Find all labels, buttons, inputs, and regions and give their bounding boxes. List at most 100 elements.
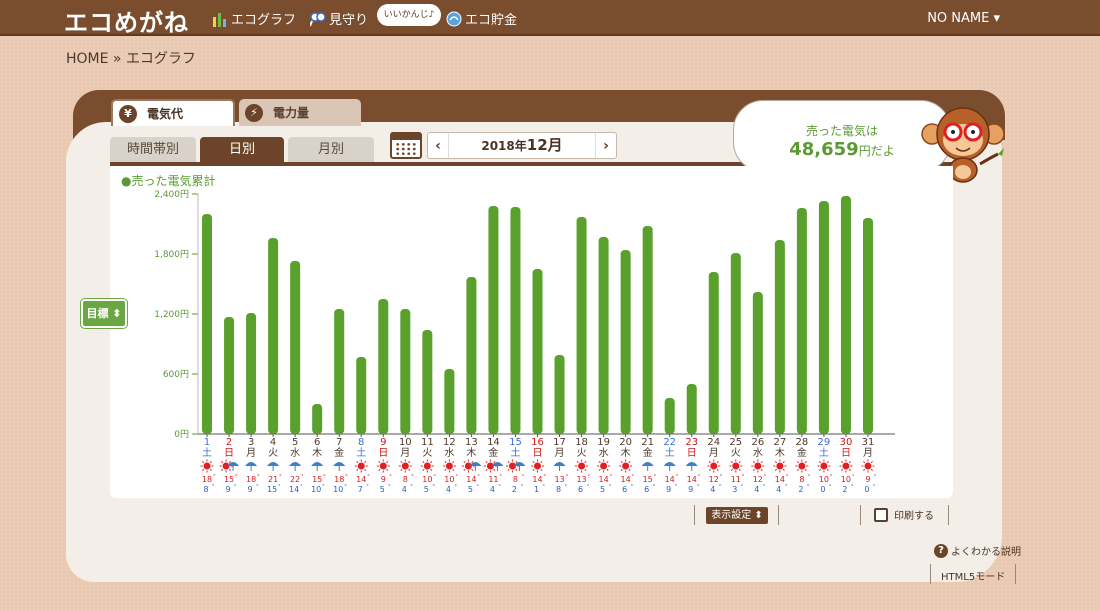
temp-low: 0: [820, 485, 825, 494]
sun-ray: [760, 468, 763, 471]
bar: [466, 277, 477, 434]
degree-mark: °: [720, 474, 723, 480]
print-button[interactable]: 印刷する: [874, 507, 934, 522]
sun-ray: [841, 468, 844, 471]
help-link[interactable]: ? よくわかる説明: [934, 543, 1021, 558]
sun-ray: [378, 468, 381, 471]
temp-high: 21: [268, 475, 278, 484]
bar: [202, 214, 213, 434]
bar: [444, 369, 455, 434]
temp-high: 18: [246, 475, 256, 484]
degree-mark: °: [742, 474, 745, 480]
bar: [334, 309, 345, 434]
bar: [400, 309, 411, 434]
umbrella-icon: [553, 462, 566, 466]
sun-ray: [708, 461, 711, 464]
temp-high: 10: [444, 475, 454, 484]
x-tick-day: 17: [553, 437, 566, 448]
degree-mark: °: [257, 474, 260, 480]
sun-ray: [848, 461, 851, 464]
temp-high: 22: [290, 475, 300, 484]
sun-ray: [804, 468, 807, 471]
bar: [268, 238, 279, 434]
degree-mark: °: [632, 474, 635, 480]
sun-ray: [400, 461, 403, 464]
sun-icon: [864, 462, 872, 470]
help-label: よくわかる説明: [951, 547, 1021, 558]
sun-icon: [798, 462, 806, 470]
temp-high: 18: [202, 475, 212, 484]
x-tick-weekday: 土: [819, 446, 829, 459]
sun-ray: [774, 468, 778, 471]
y-tick-label: 2,400円: [154, 189, 189, 200]
sun-ray: [408, 468, 411, 471]
x-tick-weekday: 水: [753, 447, 763, 459]
divider: [1015, 564, 1016, 584]
x-tick-day: 15: [509, 437, 522, 448]
sun-icon: [754, 462, 762, 470]
temp-low: 15: [267, 485, 277, 494]
degree-mark: °: [521, 474, 524, 480]
temp-low: 7: [358, 485, 363, 494]
temp-high: 14: [599, 475, 609, 484]
x-tick-weekday: 火: [731, 447, 741, 459]
temp-high: 10: [422, 475, 432, 484]
temp-low: 10: [333, 485, 343, 494]
sun-icon: [578, 462, 586, 470]
x-tick-weekday: 月: [400, 447, 410, 459]
bar: [576, 217, 587, 434]
sun-ray: [493, 461, 496, 464]
sun-ray: [584, 461, 587, 464]
degree-mark: °: [345, 474, 348, 480]
sun-icon: [842, 462, 850, 470]
sun-ray: [221, 468, 224, 471]
display-settings-button[interactable]: 表示設定 ⬍: [706, 507, 768, 524]
temp-low: 2: [842, 485, 847, 494]
x-tick-day: 12: [443, 437, 456, 448]
degree-mark: °: [808, 474, 811, 480]
temp-high: 13: [554, 475, 564, 484]
temp-low: 0: [864, 485, 869, 494]
umbrella-icon: [663, 462, 676, 466]
x-tick-day: 31: [862, 437, 875, 448]
x-tick-day: 27: [773, 437, 786, 448]
sun-ray: [782, 468, 785, 471]
sun-ray: [863, 461, 866, 464]
x-tick-weekday: 火: [422, 447, 432, 459]
x-tick-day: 5: [292, 437, 298, 448]
sun-ray: [430, 468, 433, 471]
temp-low: 5: [468, 485, 473, 494]
sun-ray: [576, 461, 579, 464]
sun-ray: [540, 468, 543, 471]
degree-mark: °: [852, 474, 855, 480]
sun-ray: [228, 461, 231, 464]
degree-mark: °: [851, 484, 854, 490]
x-tick-day: 8: [358, 437, 364, 448]
sun-ray: [863, 468, 866, 471]
bar: [752, 292, 763, 434]
sun-ray: [620, 468, 623, 471]
divider: [860, 505, 861, 525]
x-tick-day: 7: [336, 437, 342, 448]
sun-icon: [732, 462, 740, 470]
x-tick-day: 11: [421, 437, 434, 448]
html5-mode-link[interactable]: HTML5モード: [941, 568, 1005, 583]
sun-ray: [826, 468, 829, 471]
sun-ray: [628, 461, 631, 464]
x-tick-day: 29: [818, 437, 831, 448]
x-tick-day: 14: [487, 437, 500, 448]
degree-mark: °: [432, 484, 435, 490]
sun-ray: [378, 461, 381, 464]
temp-low: 1: [534, 485, 539, 494]
sun-ray: [576, 468, 579, 471]
degree-mark: °: [741, 484, 744, 490]
sun-icon: [534, 462, 541, 470]
sun-icon: [600, 462, 608, 470]
sun-ray: [408, 461, 411, 464]
degree-mark: °: [212, 484, 215, 490]
x-tick-weekday: 木: [775, 447, 785, 459]
sun-ray: [444, 468, 447, 471]
temp-high: 12: [753, 475, 763, 484]
sun-ray: [584, 468, 587, 471]
bar: [620, 250, 631, 434]
